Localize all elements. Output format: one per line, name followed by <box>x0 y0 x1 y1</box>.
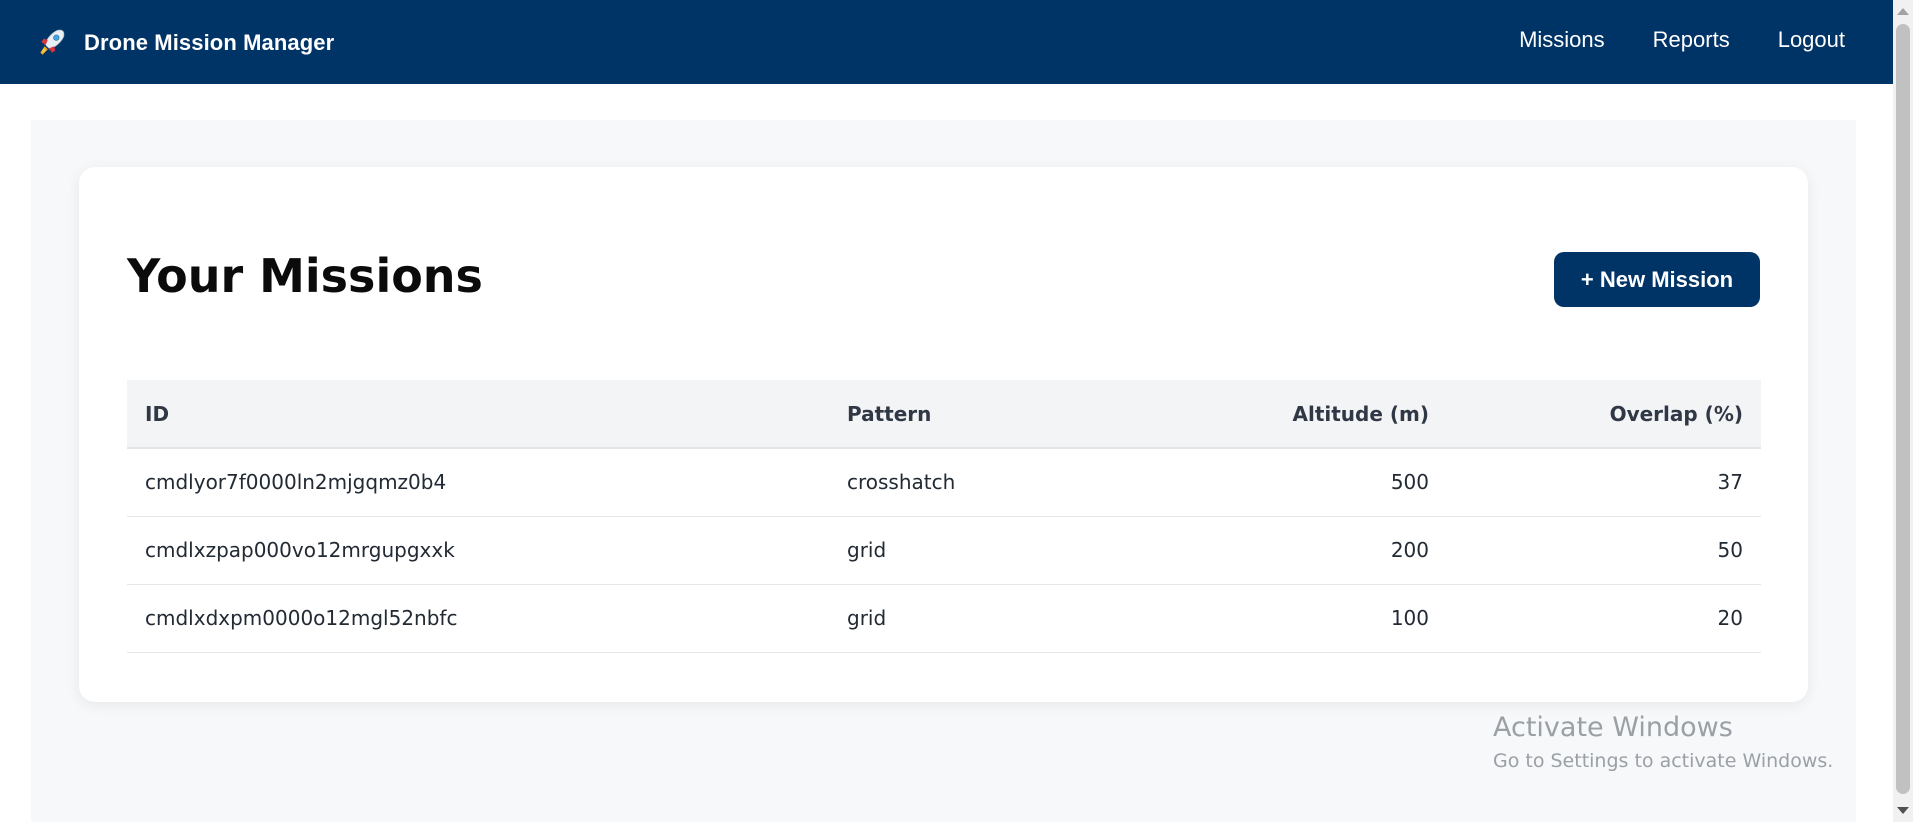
pattern-cell: grid <box>829 584 1147 653</box>
main-nav: Missions Reports Logout <box>1471 27 1845 53</box>
brand[interactable]: Drone Mission Manager <box>34 26 334 60</box>
page-title: Your Missions <box>127 249 483 303</box>
scroll-thumb[interactable] <box>1896 24 1910 794</box>
column-header-overlap: Overlap (%) <box>1447 380 1761 449</box>
missions-table: ID Pattern Altitude (m) Overlap (%) cmdl… <box>127 380 1761 653</box>
overlap-cell: 50 <box>1447 516 1761 585</box>
table-row[interactable]: cmdlxzpap000vo12mrgupgxxk grid 200 50 <box>127 516 1761 585</box>
pattern-cell: grid <box>829 516 1147 585</box>
altitude-cell: 500 <box>1147 448 1447 517</box>
table-header-row: ID Pattern Altitude (m) Overlap (%) <box>127 380 1761 449</box>
windows-activation-watermark: Activate Windows Go to Settings to activ… <box>1493 712 1833 772</box>
altitude-cell: 200 <box>1147 516 1447 585</box>
mission-id-cell: cmdlxdxpm0000o12mgl52nbfc <box>127 584 829 653</box>
top-navbar: Drone Mission Manager Missions Reports L… <box>0 0 1893 84</box>
scroll-down-arrow-icon[interactable] <box>1897 807 1909 814</box>
watermark-title: Activate Windows <box>1493 712 1733 743</box>
overlap-cell: 20 <box>1447 584 1761 653</box>
rocket-icon <box>40 29 65 55</box>
nav-logout[interactable]: Logout <box>1778 27 1845 53</box>
table-row[interactable]: cmdlyor7f0000ln2mjgqmz0b4 crosshatch 500… <box>127 448 1761 517</box>
mission-id-cell: cmdlyor7f0000ln2mjgqmz0b4 <box>127 448 829 517</box>
scroll-up-arrow-icon[interactable] <box>1897 8 1909 15</box>
nav-reports[interactable]: Reports <box>1653 27 1730 53</box>
column-header-pattern: Pattern <box>829 380 1147 449</box>
nav-missions[interactable]: Missions <box>1519 27 1605 53</box>
missions-card: Your Missions + New Mission ID Pattern A… <box>79 167 1808 702</box>
column-header-id: ID <box>127 380 829 449</box>
altitude-cell: 100 <box>1147 584 1447 653</box>
app-title: Drone Mission Manager <box>84 30 335 55</box>
mission-id-cell: cmdlxzpap000vo12mrgupgxxk <box>127 516 829 585</box>
column-header-altitude: Altitude (m) <box>1147 380 1447 449</box>
watermark-subtitle: Go to Settings to activate Windows. <box>1493 750 1834 773</box>
table-row[interactable]: cmdlxdxpm0000o12mgl52nbfc grid 100 20 <box>127 584 1761 653</box>
overlap-cell: 37 <box>1447 448 1761 517</box>
pattern-cell: crosshatch <box>829 448 1147 517</box>
new-mission-button[interactable]: + New Mission <box>1554 252 1760 307</box>
page-scrollbar[interactable] <box>1893 0 1913 822</box>
